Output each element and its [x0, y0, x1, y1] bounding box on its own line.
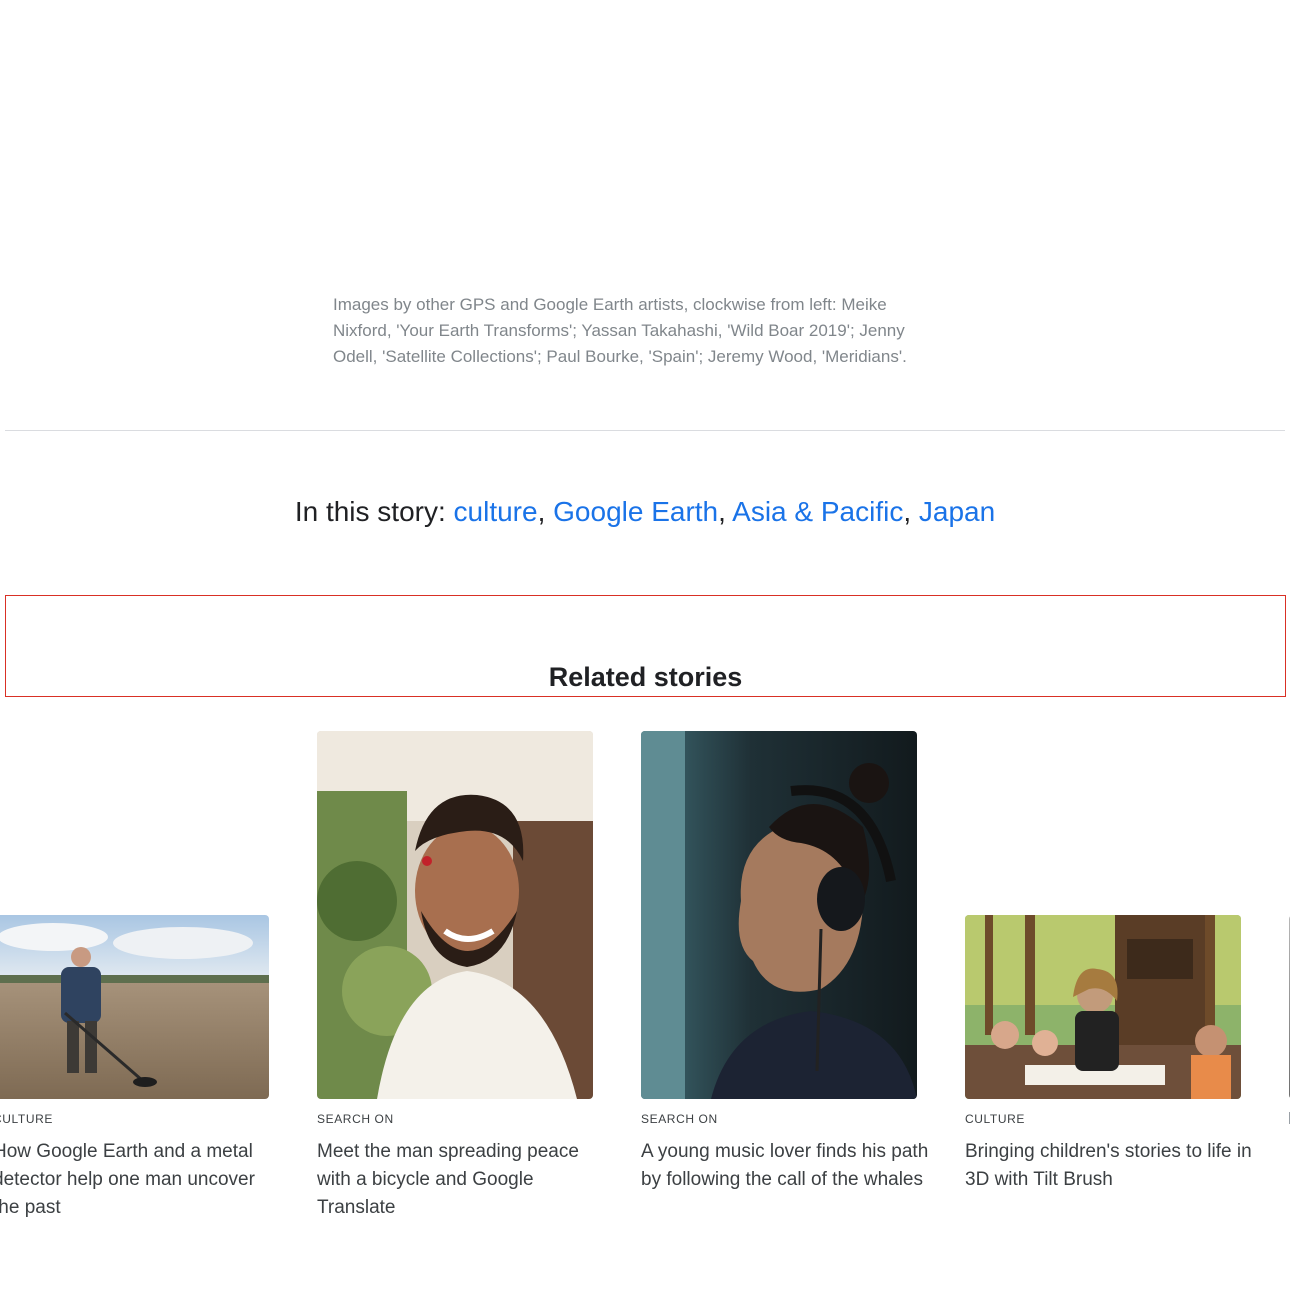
children-storytime-photo[interactable]: [965, 915, 1241, 1099]
card-category-label: SEARCH ON: [317, 1112, 394, 1126]
image-caption: Images by other GPS and Google Earth art…: [333, 295, 907, 366]
man-with-headphones-photo[interactable]: [641, 731, 917, 1099]
smiling-man-portrait-photo[interactable]: [317, 731, 593, 1099]
card-headline[interactable]: Meet the man spreading peace with a bicy…: [317, 1138, 607, 1222]
card-category-label: CULTURE: [0, 1112, 53, 1126]
man-with-metal-detector-photo[interactable]: [0, 915, 269, 1099]
article-page: Images by other GPS and Google Earth art…: [0, 0, 1290, 1290]
tags-prefix: In this story:: [294, 496, 446, 527]
related-stories-title: Related stories: [548, 662, 743, 692]
card-category-label: CULTURE: [965, 1112, 1025, 1126]
section-divider: [5, 430, 1285, 431]
tag-link-google-earth[interactable]: Google Earth: [553, 496, 718, 527]
card-category-label: SEARCH ON: [641, 1112, 718, 1126]
tag-link-asia-pacific[interactable]: Asia & Pacific: [732, 496, 903, 527]
related-stories-header: Related stories: [5, 595, 1286, 697]
card-headline[interactable]: Bringing children's stories to life in 3…: [965, 1138, 1255, 1194]
tag-link-culture[interactable]: culture: [454, 496, 538, 527]
tag-link-japan[interactable]: Japan: [919, 496, 995, 527]
card-headline[interactable]: A young music lover finds his path by fo…: [641, 1138, 931, 1194]
story-tags: In this story: culture, Google Earth, As…: [294, 496, 996, 527]
card-headline[interactable]: How Google Earth and a metal detector he…: [0, 1138, 283, 1222]
